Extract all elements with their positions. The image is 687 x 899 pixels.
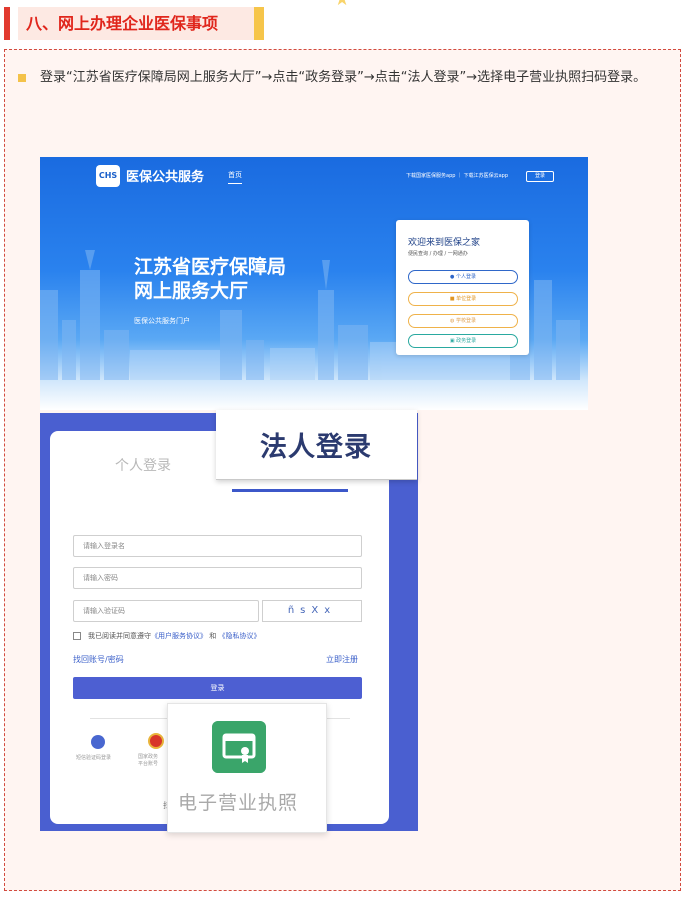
nav-home-tab[interactable]: 首页: [228, 170, 242, 184]
agreement-text: 我已阅读并同意遵守《用户服务协议》 和 《隐私协议》: [88, 631, 260, 641]
register-link[interactable]: 立即注册: [326, 654, 358, 665]
business-license-label: 电子营业执照: [178, 792, 299, 814]
national-platform-line2: 平台账号: [138, 761, 159, 767]
hero-title-line2: 网上服务大厅: [134, 280, 249, 302]
personal-login-label: 个人登录: [455, 274, 476, 280]
welcome-title: 欢迎来到医保之家: [408, 238, 481, 248]
tab-personal-login[interactable]: 个人登录: [115, 455, 171, 475]
personal-login-button[interactable]: ● 个人登录: [408, 270, 518, 284]
star-icon: ★: [334, 0, 354, 10]
unit-login-label: 单位登录: [456, 296, 477, 302]
building-icon: ■: [449, 296, 455, 302]
sms-login-icon[interactable]: [91, 735, 105, 749]
step-instruction: 登录“江苏省医疗保障局网上服务大厅”→点击“政务登录”→点击“法人登录”→选择电…: [40, 70, 647, 85]
login-submit-button[interactable]: 登录: [73, 677, 362, 699]
gov-login-button[interactable]: ▣ 政务登录: [408, 334, 518, 348]
national-emblem-icon[interactable]: [148, 733, 164, 749]
sms-login-label: 短信验证码登录: [76, 755, 112, 761]
section-title: 八、网上办理企业医保事项: [26, 14, 219, 33]
national-platform-line1: 国家政务: [138, 754, 159, 760]
top-login-button[interactable]: 登录: [526, 171, 554, 182]
tab-legal-login[interactable]: 法人登录: [260, 425, 372, 464]
portal-brand: 医保公共服务: [126, 170, 205, 185]
bullet-icon: [18, 74, 26, 82]
school-login-label: 学校登录: [455, 318, 476, 324]
portal-screenshot: CHS 医保公共服务 首页 下载国家医保服务app ｜ 下载江苏医保云app 登…: [40, 157, 588, 410]
captcha-image[interactable]: ñsXx: [262, 600, 362, 622]
header-accent-left: [4, 7, 10, 40]
hero-subtitle: 医保公共服务门户: [134, 317, 190, 325]
school-icon: ◍: [450, 318, 455, 324]
business-license-icon: [212, 721, 266, 773]
gov-login-label: 政务登录: [456, 338, 477, 344]
header-accent-right: [254, 7, 264, 40]
download-app-links[interactable]: 下载国家医保服务app ｜ 下载江苏医保云app: [406, 172, 508, 179]
agree-checkbox[interactable]: [73, 632, 81, 640]
national-platform-label: 国家政务 平台账号: [138, 754, 158, 768]
find-account-link[interactable]: 找回账号/密码: [73, 654, 124, 665]
username-input[interactable]: 请输入登录名: [73, 535, 362, 557]
agree-and: 和: [209, 632, 217, 640]
welcome-subtitle: 便民查询 / 办理 / 一网通办: [408, 251, 468, 257]
user-icon: ●: [450, 274, 455, 280]
agree-prefix: 我已阅读并同意遵守: [88, 632, 151, 640]
hero-title: 江苏省医疗保障局 网上服务大厅: [134, 255, 286, 303]
unit-login-button[interactable]: ■ 单位登录: [408, 292, 518, 306]
user-agreement-link[interactable]: 《用户服务协议》: [151, 632, 207, 640]
privacy-agreement-link[interactable]: 《隐私协议》: [218, 632, 260, 640]
active-tab-indicator: [232, 489, 348, 492]
hero-title-line1: 江苏省医疗保障局: [134, 256, 287, 278]
password-input[interactable]: 请输入密码: [73, 567, 362, 589]
chs-logo: CHS: [96, 165, 120, 187]
captcha-input[interactable]: 请输入验证码: [73, 600, 259, 622]
welcome-card: 欢迎来到医保之家 便民查询 / 办理 / 一网通办 ● 个人登录 ■ 单位登录 …: [396, 220, 529, 355]
school-login-button[interactable]: ◍ 学校登录: [408, 314, 518, 328]
section-header: 八、网上办理企业医保事项: [4, 7, 264, 40]
gov-icon: ▣: [449, 338, 455, 344]
